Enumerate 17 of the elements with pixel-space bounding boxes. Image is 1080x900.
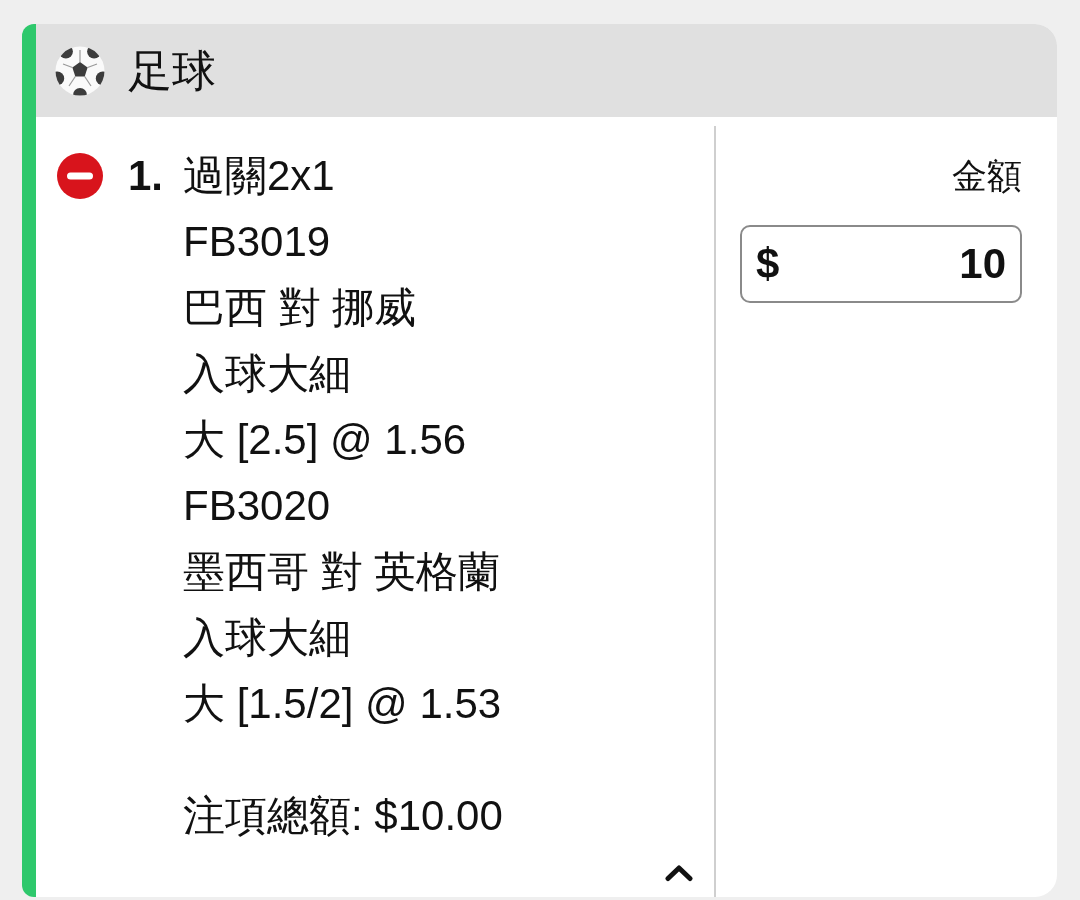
caret-icon[interactable] [664, 864, 694, 882]
market-name: 入球大細 [183, 613, 351, 663]
match-teams: 巴西 對 挪威 [183, 283, 417, 333]
total-stake: 注項總額: $10.00 [183, 791, 503, 841]
bet-number: 1. [128, 151, 165, 201]
event-code: FB3019 [183, 217, 331, 267]
soccer-ball-icon [55, 45, 105, 96]
bet-type: 過關2x1 [183, 151, 335, 201]
remove-icon[interactable] [57, 153, 103, 199]
selection-odds: 大 [1.5/2] @ 1.53 [183, 679, 502, 729]
market-name: 入球大細 [183, 349, 351, 399]
event-code: FB3020 [183, 481, 331, 531]
sport-title: 足球 [128, 44, 216, 97]
selection-odds: 大 [2.5] @ 1.56 [183, 415, 467, 465]
stake-input[interactable]: $ 10 [740, 225, 1022, 303]
amount-label: 金額 [952, 155, 1022, 197]
match-teams: 墨西哥 對 英格蘭 [183, 547, 501, 597]
